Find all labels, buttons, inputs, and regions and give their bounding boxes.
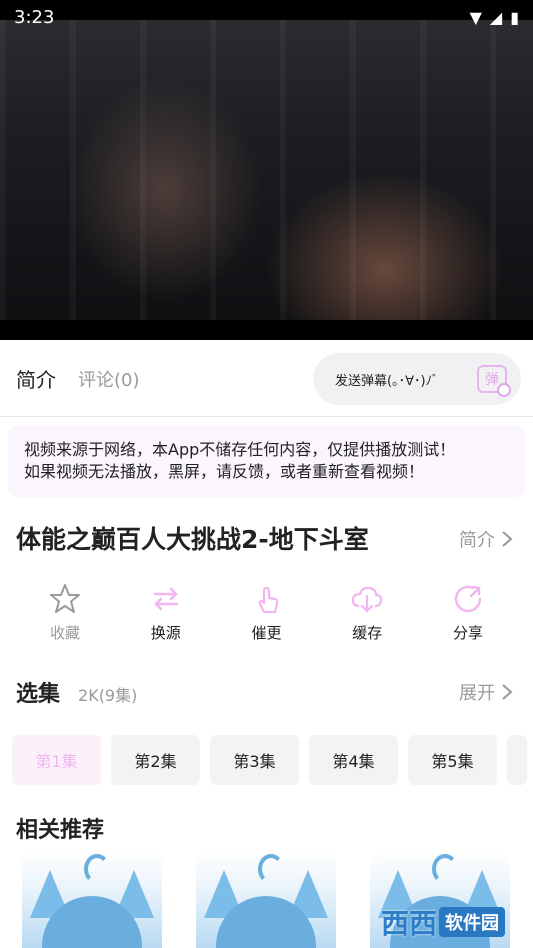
share-button[interactable]: 分享 [418,582,518,652]
related-thumbnail[interactable] [22,852,162,948]
episode-item-4[interactable]: 第4集 [309,735,398,785]
share-label: 分享 [452,624,483,642]
video-title: 体能之巅百人大挑战2-地下斗室 [16,525,369,554]
wifi-icon: ▼ [469,7,482,27]
cache-button[interactable]: 缓存 [317,582,417,652]
notice-line-2: 如果视频无法播放，黑屏，请反馈，或者重新查看视频！ [24,462,425,481]
video-player[interactable]: 3:23 ▼ ◢ ▮ [0,0,533,340]
danmaku-input[interactable]: 发送弹幕(｡･∀･)ﾉﾞ 弹 [313,353,521,405]
share-icon [454,585,482,613]
episode-item-1[interactable]: 第1集 [12,735,101,785]
intro-link-label: 简介 [459,530,495,551]
episode-item-3[interactable]: 第3集 [210,735,299,785]
thumbnail-art [432,854,458,884]
expand-label: 展开 [459,683,495,704]
episode-item-2[interactable]: 第2集 [111,735,200,785]
episode-item-5[interactable]: 第5集 [408,735,497,785]
episode-item-peek[interactable] [507,735,527,785]
episode-list: 第1集 第2集 第3集 第4集 第5集 [12,735,533,785]
tab-comments[interactable]: 评论(0) [78,366,140,392]
thumbnail-art [84,854,110,884]
episodes-header: 选集 2K(9集) [16,676,137,708]
notice-box: 视频来源于网络，本App不储存任何内容，仅提供播放测试！ 如果视频无法播放，黑屏… [8,425,525,497]
urge-update-button[interactable]: 催更 [217,582,317,652]
tab-intro[interactable]: 简介 [16,364,56,393]
cloud-download-icon [352,586,383,613]
danmaku-placeholder: 发送弹幕(｡･∀･)ﾉﾞ [335,373,439,389]
battery-icon: ▮ [510,7,519,27]
site-watermark: 西西 软件园 [371,902,515,942]
hand-tap-icon [258,586,278,614]
urge-update-label: 催更 [251,624,282,642]
intro-link[interactable]: 简介 [459,526,513,552]
status-time: 3:23 [14,6,55,28]
notice-line-1: 视频来源于网络，本App不储存任何内容，仅提供播放测试！ [24,440,456,459]
video-scene [0,20,533,320]
episodes-subtitle: 2K(9集) [78,686,138,705]
switch-source-label: 换源 [150,624,181,642]
watermark-text-2: 软件园 [439,907,505,937]
related-thumbnail[interactable] [196,852,336,948]
switch-source-button[interactable]: 换源 [116,582,216,652]
cache-label: 缓存 [352,624,383,642]
episodes-title: 选集 [16,682,61,707]
switch-source-icon [153,587,178,611]
tabs-row: 简介 评论(0) 发送弹幕(｡･∀･)ﾉﾞ 弹 [0,341,533,417]
danmaku-icon[interactable]: 弹 [477,365,511,397]
status-bar: 3:23 ▼ ◢ ▮ [0,0,533,34]
expand-episodes-link[interactable]: 展开 [459,679,513,705]
status-icons: ▼ ◢ ▮ [470,8,519,27]
check-icon [497,383,511,397]
related-title: 相关推荐 [16,818,105,843]
signal-icon: ◢ [489,7,503,27]
watermark-text-1: 西西 [380,907,437,940]
star-icon [50,584,80,613]
chevron-right-icon [502,684,513,700]
chevron-right-icon [502,531,513,547]
favorite-button[interactable]: 收藏 [15,582,115,652]
favorite-label: 收藏 [49,624,80,642]
action-bar: 收藏 换源 催更 缓存 分享 [15,582,518,652]
thumbnail-art [258,854,284,884]
